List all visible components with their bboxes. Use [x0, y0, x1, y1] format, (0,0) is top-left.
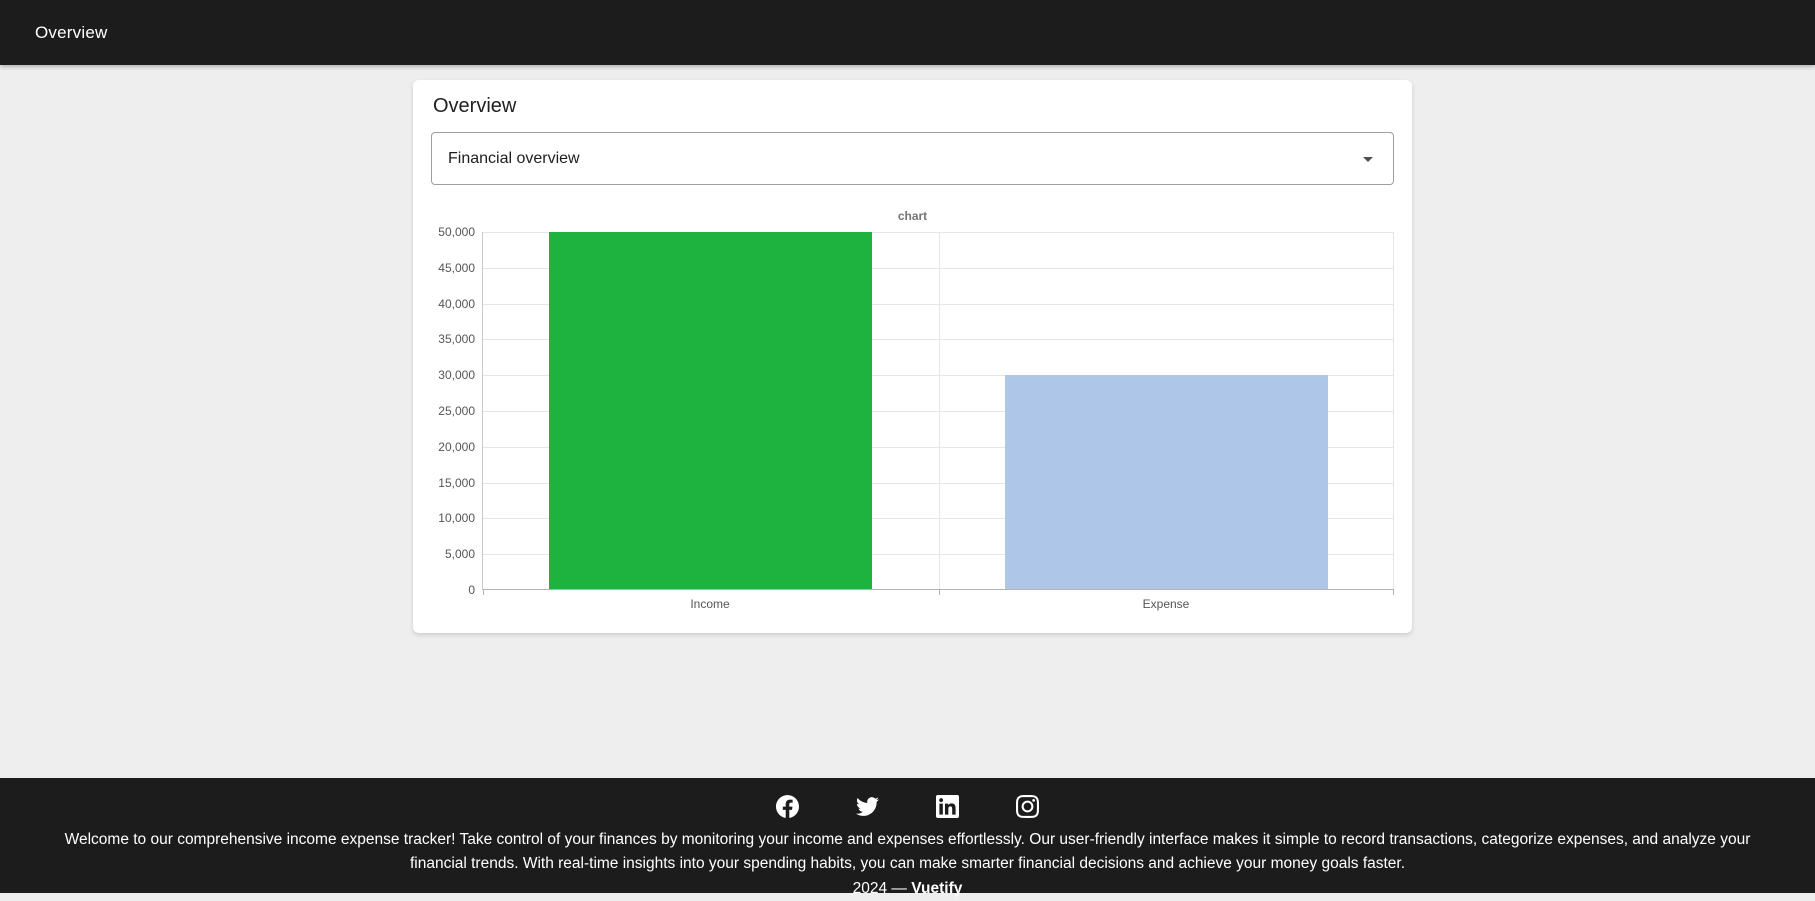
- footer-copyright: 2024 — Vuetify: [0, 877, 1815, 901]
- twitter-icon[interactable]: [856, 795, 879, 818]
- y-tick-label: 50,000: [438, 225, 475, 239]
- card-title: Overview: [433, 95, 517, 117]
- bar-chart: chart 0 5,000 10,000 15,000 20,000 25,000 30,0…: [431, 208, 1394, 611]
- y-tick-label: 0: [468, 583, 475, 597]
- linkedin-icon[interactable]: [936, 794, 959, 818]
- brand-name: Vuetify: [911, 880, 963, 897]
- social-icons-row: [0, 789, 1815, 823]
- y-tick-label: 20,000: [438, 439, 475, 454]
- instagram-icon[interactable]: [1016, 794, 1039, 818]
- y-tick-label: 45,000: [438, 260, 475, 275]
- bar-expense[interactable]: [1004, 375, 1328, 590]
- report-type-select[interactable]: Financial overview: [431, 132, 1394, 185]
- axis-tick: [483, 590, 484, 595]
- x-category-label: Income: [690, 597, 730, 611]
- y-tick-label: 5,000: [444, 547, 475, 562]
- footer-description: Welcome to our comprehensive income expe…: [64, 831, 1751, 872]
- y-axis-labels: 0 5,000 10,000 15,000 20,000 25,000 30,000 35,0…: [431, 226, 482, 596]
- axis-tick: [938, 590, 940, 595]
- plot-row: 0 5,000 10,000 15,000 20,000 25,000 30,000 35,0…: [431, 226, 1394, 596]
- app-bar: Overview: [0, 0, 1815, 65]
- app-bar-title: Overview: [35, 22, 108, 42]
- x-category-label: Expense: [1142, 597, 1190, 611]
- report-type-select-value: Financial overview: [448, 149, 580, 167]
- y-tick-label: 40,000: [438, 296, 475, 311]
- footer: Welcome to our comprehensive income expe…: [0, 778, 1815, 897]
- x-axis-line: [483, 589, 1394, 590]
- y-tick-label: 35,000: [438, 332, 475, 347]
- main-content: Overview Financial overview chart 0 5,000…: [0, 65, 1815, 778]
- y-tick-label: 15,000: [438, 475, 475, 490]
- chart-title: chart: [897, 209, 928, 223]
- axis-tick: [1393, 590, 1394, 595]
- y-tick-label: 25,000: [438, 404, 475, 418]
- bar-income[interactable]: [549, 232, 873, 590]
- chevron-down-icon: [1363, 156, 1373, 162]
- overview-card: Overview Financial overview chart 0 5,000…: [413, 80, 1412, 633]
- copyright-year: 2024 —: [852, 880, 907, 897]
- plot-area: [482, 232, 1394, 595]
- y-tick-label: 30,000: [438, 368, 475, 383]
- y-tick-label: 10,000: [438, 511, 475, 526]
- gridline-vertical: [1393, 232, 1394, 590]
- facebook-icon[interactable]: [776, 794, 799, 818]
- gridline-vertical: [938, 232, 940, 590]
